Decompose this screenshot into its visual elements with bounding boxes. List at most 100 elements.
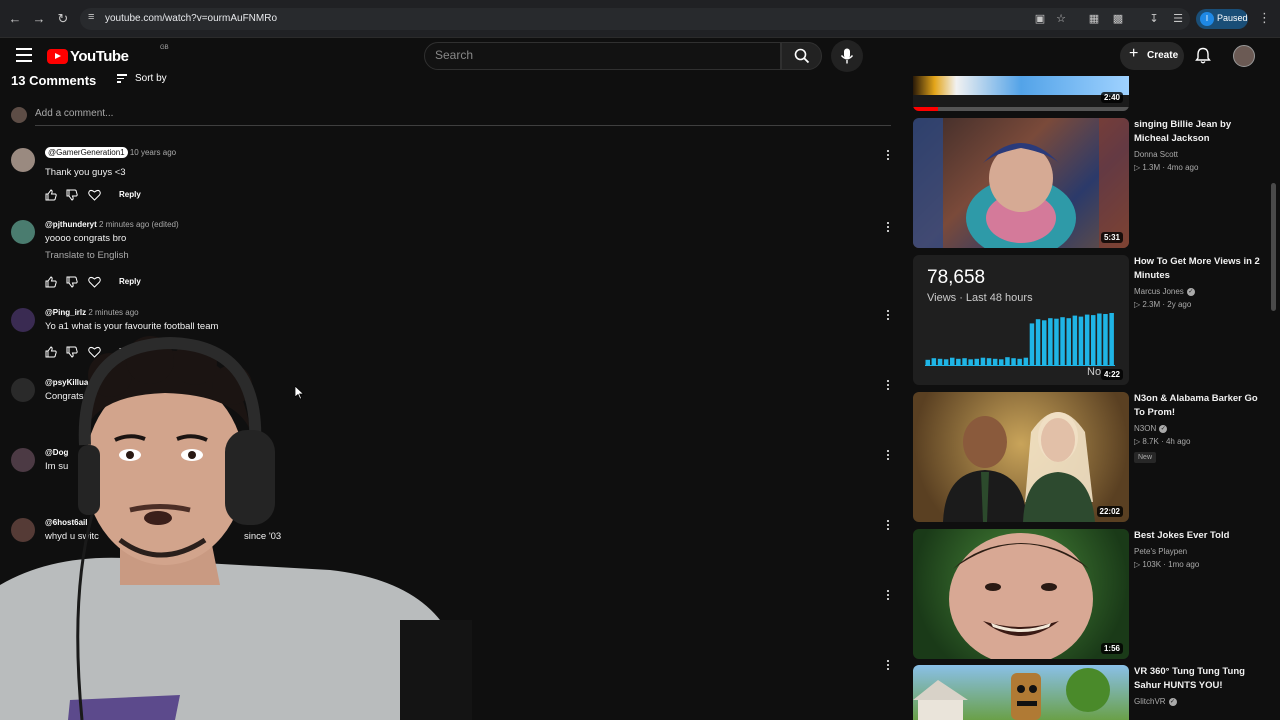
comment-menu-icon[interactable] <box>884 518 892 534</box>
comment-menu-icon[interactable] <box>884 308 892 324</box>
browser-menu-icon[interactable]: ⋮ <box>1258 10 1271 26</box>
video-duration: 5:31 <box>1100 232 1123 243</box>
reply-button[interactable]: Reply <box>119 277 141 286</box>
chart-bar <box>1011 358 1016 365</box>
video-thumbnail[interactable]: 1:56 <box>913 529 1129 659</box>
channel-name[interactable]: N3ON ✓ <box>1134 424 1266 433</box>
video-title[interactable]: N3on & Alabama Barker Go To Prom! <box>1134 392 1266 420</box>
search-input[interactable] <box>435 48 765 62</box>
sort-by-button[interactable]: Sort by <box>117 72 167 85</box>
heart-icon[interactable] <box>88 276 101 288</box>
comment-time[interactable]: 10 years ago <box>130 148 176 157</box>
thumbs-up-icon[interactable] <box>45 189 57 201</box>
add-comment-input[interactable]: Add a comment... <box>35 108 113 119</box>
extensions-icon[interactable]: ▩ <box>1110 11 1126 27</box>
video-info: N3on & Alabama Barker Go To Prom! N3ON ✓ … <box>1134 392 1266 464</box>
chart-bar <box>950 357 955 365</box>
play-logo-icon <box>47 49 68 64</box>
hamburger-menu-icon[interactable] <box>16 48 32 62</box>
comment-handle[interactable]: @GamerGeneration1 <box>45 147 128 158</box>
logo-text: YouTube <box>70 48 129 65</box>
sort-label: Sort by <box>135 72 167 84</box>
video-title[interactable]: VR 360° Tung Tung Tung Sahur HUNTS YOU! <box>1134 665 1266 693</box>
video-stats: ▷ 103K · 1mo ago <box>1134 560 1200 569</box>
video-title[interactable]: Best Jokes Ever Told <box>1134 529 1266 543</box>
channel-name[interactable]: GlitchVR ✓ <box>1134 697 1266 706</box>
thumbs-up-icon[interactable] <box>45 276 57 288</box>
verified-icon: ✓ <box>1186 287 1195 296</box>
microphone-icon <box>840 48 854 64</box>
video-title[interactable]: singing Billie Jean by Micheal Jackson <box>1134 118 1266 146</box>
reload-icon[interactable]: ↻ <box>54 10 72 28</box>
video-stats: ▷ 1.3M · 4mo ago <box>1134 163 1199 172</box>
upload-age: 1mo ago <box>1168 560 1200 569</box>
commenter-avatar[interactable] <box>11 148 35 172</box>
reply-button[interactable]: Reply <box>119 190 141 199</box>
site-info-icon[interactable]: ≡ <box>88 11 94 23</box>
comment-time[interactable]: 2 minutes ago <box>88 308 138 317</box>
chart-bar <box>992 358 998 365</box>
video-duration: 22:02 <box>1096 506 1123 517</box>
view-count: 1.3M <box>1142 163 1161 172</box>
comment-menu-icon[interactable] <box>884 658 892 674</box>
search-button[interactable] <box>781 42 822 70</box>
video-thumbnail[interactable]: 2:40 <box>913 76 1129 111</box>
video-thumbnail[interactable]: 78,658 Views · Last 48 hours No 4:22 <box>913 255 1129 385</box>
create-button[interactable]: + Create <box>1120 42 1184 70</box>
thumbs-down-icon[interactable] <box>66 189 78 201</box>
chart-bar <box>1072 315 1078 365</box>
comment-menu-icon[interactable] <box>884 378 892 394</box>
thumbs-down-icon[interactable] <box>66 276 78 288</box>
comments-count: 13 Comments <box>11 73 97 88</box>
tab-search-icon[interactable]: ☰ <box>1170 11 1186 27</box>
comment-handle[interactable]: @Ping_irlz <box>45 308 86 317</box>
forward-icon[interactable]: → <box>30 10 48 28</box>
channel-label: GlitchVR <box>1134 697 1166 706</box>
video-info: How To Get More Views in 2 Minutes Marcu… <box>1134 255 1266 309</box>
channel-label: Marcus Jones <box>1134 287 1184 296</box>
voice-search-button[interactable] <box>831 40 863 72</box>
bookmark-star-icon[interactable]: ☆ <box>1053 11 1069 27</box>
address-bar[interactable]: ≡ youtube.com/watch?v=ourmAuFNMRo <box>80 8 1190 30</box>
url-text: youtube.com/watch?v=ourmAuFNMRo <box>105 13 278 24</box>
page-scrollbar[interactable] <box>1271 183 1276 311</box>
channel-name[interactable]: Marcus Jones ✓ <box>1134 287 1266 296</box>
comment-menu-icon[interactable] <box>884 220 892 236</box>
comment-handle[interactable]: @pjthunderyt <box>45 220 97 229</box>
commenter-avatar[interactable] <box>11 220 35 244</box>
channel-name[interactable]: Donna Scott <box>1134 150 1266 159</box>
search-box[interactable] <box>424 42 781 70</box>
video-thumbnail[interactable]: 5:31 <box>913 118 1129 248</box>
notifications-bell-icon[interactable] <box>1195 47 1215 67</box>
chart-bar <box>1103 314 1108 365</box>
cast-icon[interactable]: ▦ <box>1086 11 1102 27</box>
mouse-cursor-icon <box>295 386 305 400</box>
chart-bar <box>1097 313 1102 365</box>
chart-bar <box>931 358 937 365</box>
video-title[interactable]: How To Get More Views in 2 Minutes <box>1134 255 1266 283</box>
account-avatar[interactable] <box>1233 45 1255 67</box>
comment-time[interactable]: 2 minutes ago (edited) <box>99 220 179 229</box>
video-duration: 1:56 <box>1100 643 1123 654</box>
comment-menu-icon[interactable] <box>884 588 892 604</box>
chart-bar <box>1035 319 1041 365</box>
heart-icon[interactable] <box>88 189 101 201</box>
install-app-icon[interactable]: ▣ <box>1032 11 1048 27</box>
comment-menu-icon[interactable] <box>884 148 892 164</box>
video-thumbnail[interactable]: 22:02 <box>913 392 1129 522</box>
view-count: 8.7K <box>1142 437 1159 446</box>
comment-menu-icon[interactable] <box>884 448 892 464</box>
translate-link[interactable]: Translate to English <box>45 250 129 261</box>
thumbnail-tail-text: No <box>1087 366 1102 378</box>
video-thumbnail[interactable] <box>913 665 1129 720</box>
channel-name[interactable]: Pete's Playpen <box>1134 547 1266 556</box>
chart-bar <box>1078 316 1084 365</box>
video-stats: ▷ 8.7K · 4h ago <box>1134 437 1191 446</box>
commenter-avatar[interactable] <box>11 308 35 332</box>
back-icon[interactable]: ← <box>6 10 24 28</box>
chart-bar <box>956 358 961 365</box>
webcam-overlay <box>0 335 472 720</box>
downloads-icon[interactable]: ↧ <box>1146 11 1162 27</box>
youtube-masthead: YouTube GB + Create <box>0 38 1280 76</box>
profile-button[interactable]: I Paused <box>1196 9 1248 29</box>
